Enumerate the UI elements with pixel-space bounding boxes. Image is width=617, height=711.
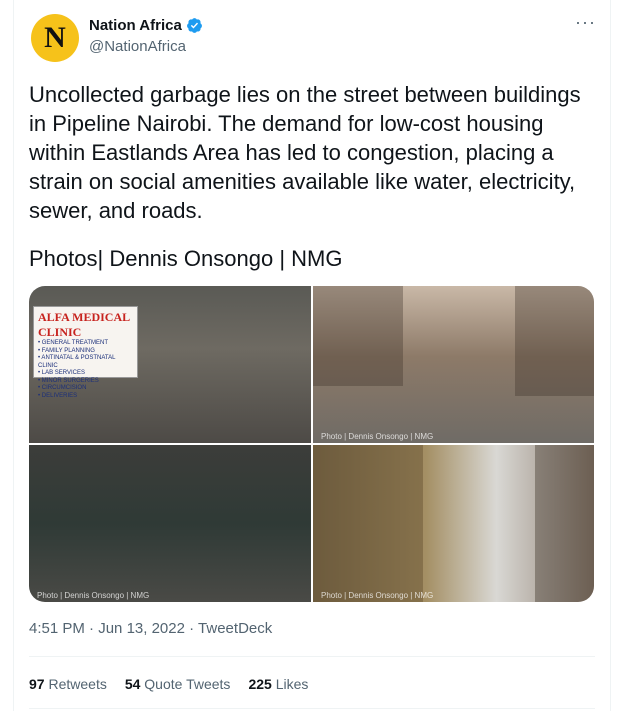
photo-watermark: Photo | Dennis Onsongo | NMG	[37, 591, 150, 600]
clinic-sign: ALFA MEDICAL CLINIC • GENERAL TREATMENT …	[33, 306, 138, 399]
clinic-sign-line: • DELIVERIES	[38, 392, 78, 399]
likes-count: 225	[248, 676, 272, 692]
clinic-sign-title: ALFA MEDICAL CLINIC	[38, 310, 130, 339]
likes-label: Likes	[275, 676, 309, 692]
clinic-sign-line: • ANTINATAL & POSTNATAL CLINIC	[38, 355, 116, 369]
avatar-letter: N	[44, 21, 66, 54]
likes-stat[interactable]: 225 Likes	[248, 676, 308, 692]
photo-grid: ALFA MEDICAL CLINIC • GENERAL TREATMENT …	[29, 286, 594, 602]
retweets-stat[interactable]: 97 Retweets	[29, 676, 107, 692]
photo-4-apartment-buildings[interactable]: Photo | Dennis Onsongo | NMG	[313, 445, 594, 602]
building-shape	[515, 286, 594, 396]
photo-2-street-cow[interactable]: Photo | Dennis Onsongo | NMG	[313, 286, 594, 443]
quotes-count: 54	[124, 676, 141, 692]
quote-tweets-stat[interactable]: 54 Quote Tweets	[125, 676, 231, 692]
building-shape	[313, 445, 423, 602]
photo-watermark: Photo | Dennis Onsongo | NMG	[321, 591, 434, 600]
photo-1-garbage-clinic[interactable]: ALFA MEDICAL CLINIC • GENERAL TREATMENT …	[29, 286, 311, 443]
tweet-text: Uncollected garbage lies on the street b…	[29, 82, 581, 223]
meta-separator: ·	[189, 620, 195, 637]
clinic-sign-line: • GENERAL TREATMENT	[38, 340, 108, 346]
retweets-count: 97	[29, 676, 45, 692]
building-shape	[535, 445, 594, 602]
more-options-icon[interactable]: ···	[575, 12, 596, 33]
author-handle[interactable]: @NationAfrica	[89, 38, 186, 55]
engagement-stats: 97 Retweets 54 Quote Tweets 225 Likes	[29, 676, 308, 692]
clinic-sign-line: • FAMILY PLANNING	[38, 347, 95, 354]
retweets-label: Retweets	[48, 676, 107, 692]
clinic-sign-line: • MINOR SURGERIES	[38, 377, 99, 384]
divider	[29, 708, 595, 709]
tweet-credit: Photos| Dennis Onsongo | NMG	[29, 246, 343, 271]
building-shape	[313, 286, 403, 386]
quotes-label: Quote Tweets	[144, 676, 231, 692]
tweet-card: N Nation Africa @NationAfrica ··· Uncoll…	[13, 0, 611, 711]
tweet-source[interactable]: TweetDeck	[198, 620, 272, 637]
clinic-sign-line: • LAB SERVICES	[38, 370, 86, 376]
author-name-row: Nation Africa	[89, 17, 203, 34]
photo-watermark: Photo | Dennis Onsongo | NMG	[321, 432, 434, 441]
tweet-date[interactable]: Jun 13, 2022	[98, 620, 185, 637]
tweet-time[interactable]: 4:51 PM	[29, 620, 85, 637]
photo-3-flooded-street[interactable]: Photo | Dennis Onsongo | NMG	[29, 445, 311, 602]
meta-separator: ·	[89, 620, 95, 637]
clinic-sign-line: • CIRCUMCISION	[38, 385, 87, 391]
display-name[interactable]: Nation Africa	[89, 17, 182, 34]
avatar[interactable]: N	[31, 14, 79, 62]
verified-badge-icon	[186, 18, 202, 33]
tweet-meta: 4:51 PM · Jun 13, 2022 · TweetDeck	[29, 620, 272, 637]
divider	[29, 656, 595, 657]
